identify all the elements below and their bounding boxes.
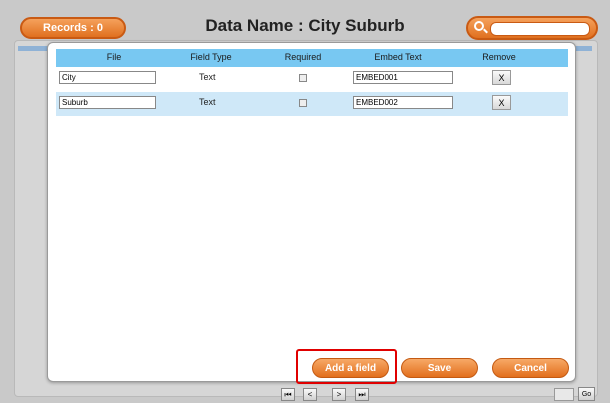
- first-page-button[interactable]: ⏮: [281, 388, 295, 401]
- highlight-box: [296, 349, 397, 384]
- remove-row-button[interactable]: X: [492, 95, 511, 110]
- cancel-button[interactable]: Cancel: [492, 358, 569, 378]
- table-row: Text X: [56, 67, 568, 91]
- column-header-remove: Remove: [482, 52, 516, 62]
- go-button[interactable]: Go: [578, 387, 595, 401]
- embed-text-input[interactable]: [353, 96, 453, 109]
- required-checkbox[interactable]: [299, 99, 307, 107]
- search-input[interactable]: [490, 22, 590, 36]
- column-header-file: File: [106, 52, 122, 62]
- previous-page-button[interactable]: <: [303, 388, 317, 401]
- table-row: Text X: [56, 92, 568, 116]
- field-type-value: Text: [199, 97, 216, 107]
- field-type-value: Text: [199, 72, 216, 82]
- edit-fields-dialog: File Field Type Required Embed Text Remo…: [47, 42, 576, 382]
- last-page-button[interactable]: ⏭: [355, 388, 369, 401]
- file-name-input[interactable]: [59, 96, 156, 109]
- search-box[interactable]: [466, 16, 598, 40]
- save-button[interactable]: Save: [401, 358, 478, 378]
- search-icon[interactable]: [474, 21, 484, 31]
- column-header-required: Required: [284, 52, 322, 62]
- table-header: File Field Type Required Embed Text Remo…: [56, 49, 568, 67]
- embed-text-input[interactable]: [353, 71, 453, 84]
- remove-row-button[interactable]: X: [492, 70, 511, 85]
- page-number-input[interactable]: [554, 388, 574, 401]
- next-page-button[interactable]: >: [332, 388, 346, 401]
- column-header-embed-text: Embed Text: [374, 52, 422, 62]
- required-checkbox[interactable]: [299, 74, 307, 82]
- file-name-input[interactable]: [59, 71, 156, 84]
- column-header-field-type: Field Type: [190, 52, 232, 62]
